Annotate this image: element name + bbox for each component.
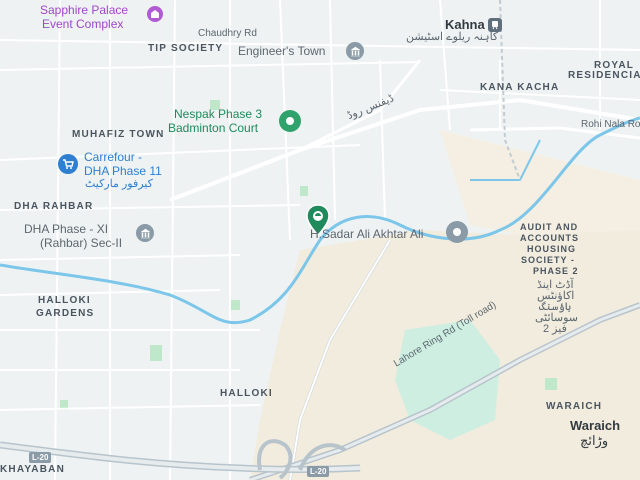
shopping-cart-icon[interactable] (58, 154, 78, 174)
urdu-label-audit-5: فیز 2 (543, 323, 567, 335)
road-label-rohi-nala: Rohi Nala Ro (581, 119, 640, 130)
landmark-icon[interactable] (136, 224, 154, 242)
park-area (300, 186, 308, 196)
area-label-audit-5: PHASE 2 (533, 266, 579, 276)
area-label-royal-residencia-2: RESIDENCIA (568, 70, 640, 81)
place-label-nespak-1[interactable]: Nespak Phase 3 (174, 107, 262, 121)
map-canvas[interactable]: TIP SOCIETY MUHAFIZ TOWN DHA RAHBAR HALL… (0, 0, 640, 480)
place-label-carrefour-1[interactable]: Carrefour - (84, 150, 142, 164)
area-label-halloki-gardens-1: HALLOKI (38, 295, 91, 306)
urdu-label-waraich: وڑائچ (580, 433, 609, 448)
area-label-tip-society: TIP SOCIETY (148, 43, 224, 54)
area-label-halloki-gardens-2: GARDENS (36, 308, 95, 319)
place-label-sapphire-1[interactable]: Sapphire Palace (40, 3, 128, 17)
place-icon[interactable] (446, 221, 468, 243)
event-venue-icon[interactable] (147, 6, 163, 22)
place-label-carrefour-2[interactable]: DHA Phase 11 (84, 164, 162, 178)
urdu-label-carrefour: کیرفور مارکیٹ (85, 178, 153, 190)
place-label-dha-xi-2[interactable]: (Rahbar) Sec-II (40, 236, 122, 250)
area-label-audit-4: SOCIETY - (521, 255, 575, 265)
area-label-kana-kacha: KANA KACHA (480, 82, 560, 93)
area-label-waraich: WARAICH (546, 401, 603, 412)
highway-shield-l20: L-20 (307, 466, 330, 477)
area-label-audit-1: AUDIT AND (520, 222, 579, 232)
area-label-dha-rahbar: DHA RAHBAR (14, 201, 94, 212)
urdu-label-kahna: کاہنہ ریلوے اسٹیشن (406, 31, 499, 43)
area-label-audit-3: HOUSING (527, 244, 577, 254)
area-label-audit-2: ACCOUNTS (520, 233, 579, 243)
area-label-khayaban: KHAYABAN (0, 464, 65, 475)
place-label-nespak-2[interactable]: Badminton Court (168, 121, 258, 135)
park-area (545, 378, 557, 390)
park-icon[interactable] (279, 110, 301, 132)
place-label-sadar-ali[interactable]: H.Sadar Ali Akhtar Ali (310, 227, 423, 241)
area-label-muhafiz-town: MUHAFIZ TOWN (72, 129, 165, 140)
highway-shield-l20: L-20 (29, 452, 52, 463)
park-area (150, 345, 162, 361)
place-label-sapphire-2[interactable]: Event Complex (42, 17, 123, 31)
place-label-waraich[interactable]: Waraich (570, 418, 620, 433)
road-label-chaudhry-rd: Chaudhry Rd (198, 28, 257, 39)
place-label-dha-xi-1[interactable]: DHA Phase - XI (24, 222, 108, 236)
area-label-halloki: HALLOKI (220, 388, 273, 399)
place-label-engineers-town[interactable]: Engineer's Town (238, 44, 325, 58)
park-area (230, 300, 240, 310)
landmark-icon[interactable] (346, 42, 364, 60)
